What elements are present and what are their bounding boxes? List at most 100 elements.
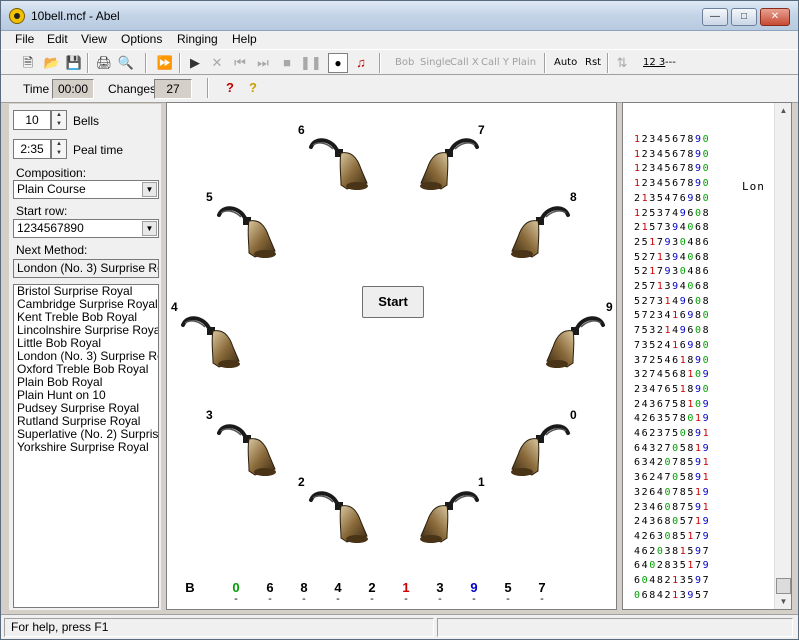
bell-label-4: 4 xyxy=(171,300,178,314)
close-button[interactable]: ✕ xyxy=(760,8,790,26)
scroll-down-icon[interactable]: ▼ xyxy=(776,594,791,609)
change-row: 2347651890 xyxy=(634,383,711,395)
maximize-button[interactable]: □ xyxy=(731,8,757,26)
rewind-icon[interactable]: ⏮ xyxy=(231,54,249,72)
next-method-field: London (No. 3) Surprise Royal xyxy=(13,259,159,278)
start-row-select[interactable]: 1234567890 ▼ xyxy=(13,219,159,238)
change-row: 4620381597 xyxy=(634,545,711,557)
call-x-button[interactable]: Call X xyxy=(450,57,479,68)
minimize-button[interactable]: — xyxy=(702,8,728,26)
single-button[interactable]: Single xyxy=(420,57,451,68)
toolbar-separator xyxy=(179,53,181,73)
status-pane xyxy=(437,618,793,637)
music-icon[interactable]: ♫ xyxy=(352,54,370,72)
bell-label-0: 0 xyxy=(570,408,577,422)
bell-8-icon[interactable] xyxy=(504,203,574,259)
dash-button[interactable]: --- xyxy=(665,57,676,68)
dash-marker: - xyxy=(370,593,374,605)
auto-button[interactable]: Auto xyxy=(554,57,577,68)
status-help-text: For help, press F1 xyxy=(4,618,434,637)
bell-2-icon[interactable] xyxy=(305,488,375,544)
bell-3-icon[interactable] xyxy=(213,421,283,477)
change-row: 4263085179 xyxy=(634,530,711,542)
change-row: 6342078591 xyxy=(634,457,711,469)
bell-0-icon[interactable] xyxy=(504,421,574,477)
peal-time-input[interactable]: 2:35 xyxy=(13,139,51,159)
bells-input[interactable]: 10 xyxy=(13,110,51,130)
open-folder-icon[interactable]: 📂 xyxy=(43,54,61,72)
method-list[interactable]: Bristol Surprise Royal Cambridge Surpris… xyxy=(13,284,159,608)
menu-file[interactable]: File xyxy=(15,32,34,46)
pause-icon[interactable]: ❚❚ xyxy=(300,54,322,72)
bell-label-8: 8 xyxy=(570,190,577,204)
bell-6-icon[interactable] xyxy=(305,135,375,191)
fast-forward-icon[interactable]: ⏩ xyxy=(156,54,174,72)
change-rows-panel[interactable]: 1234567890 1234567890 1234567890 1234567890… xyxy=(622,102,792,610)
play-icon[interactable]: ▶ xyxy=(186,54,204,72)
left-panel: 10 ▲ ▼ Bells 2:35 ▲ ▼ Peal time Compositio… xyxy=(9,104,161,610)
stop-icon[interactable]: ■ xyxy=(278,54,296,72)
change-row: 2436758109 xyxy=(634,398,711,410)
help-yellow-icon[interactable]: ? xyxy=(244,79,262,97)
bell-label-2: 2 xyxy=(298,475,305,489)
print-preview-icon[interactable]: 🔍 xyxy=(117,54,135,72)
dash-marker: - xyxy=(234,593,238,605)
scroll-up-icon[interactable]: ▲ xyxy=(776,103,791,118)
save-icon[interactable]: 💾 xyxy=(65,54,83,72)
skip-forward-icon[interactable]: ⏭ xyxy=(254,54,272,72)
menu-options[interactable]: Options xyxy=(121,32,162,46)
shuffle-icon[interactable]: ✕ xyxy=(208,54,226,72)
dot-toggle[interactable]: ● xyxy=(328,53,348,73)
main-toolbar: 🗎 📂 💾 🖨 🔍 ⏩ ▶ ✕ ⏮ ⏭ ■ ❚❚ ● ♫ Bob Single … xyxy=(1,49,798,75)
change-row: 0684213957 xyxy=(634,589,711,601)
new-file-icon[interactable]: 🗎 xyxy=(19,54,37,72)
status-bar: For help, press F1 xyxy=(1,614,798,639)
bell-9-icon[interactable] xyxy=(539,313,609,369)
list-item[interactable]: Yorkshire Surprise Royal xyxy=(14,441,158,454)
vertical-scrollbar[interactable]: ▲ ▼ xyxy=(774,103,791,609)
plain-button[interactable]: Plain xyxy=(512,57,536,68)
numbers-button[interactable]: 12 3 xyxy=(643,57,665,68)
bob-button[interactable]: Bob xyxy=(395,57,414,68)
bell-label-5: 5 xyxy=(206,190,213,204)
chevron-down-icon[interactable]: ▼ xyxy=(142,221,157,236)
help-red-icon[interactable]: ? xyxy=(221,79,239,97)
bell-label-9: 9 xyxy=(606,300,613,314)
bell-order-item: B xyxy=(185,580,195,595)
change-row: 4623750891 xyxy=(634,428,711,439)
peal-time-spinner[interactable]: ▲ ▼ xyxy=(51,139,67,159)
dash-marker: - xyxy=(438,593,442,605)
scroll-thumb[interactable] xyxy=(776,578,791,594)
menu-help[interactable]: Help xyxy=(232,32,257,46)
change-row: 2135476980 xyxy=(634,192,711,204)
chevron-down-icon[interactable]: ▼ xyxy=(142,182,157,197)
print-icon[interactable]: 🖨 xyxy=(95,54,113,72)
change-row: 3274568109 xyxy=(634,369,711,381)
change-row: 3725461890 xyxy=(634,354,711,366)
menu-edit[interactable]: Edit xyxy=(47,32,68,46)
bell-7-icon[interactable] xyxy=(413,135,483,191)
bells-spinner[interactable]: ▲ ▼ xyxy=(51,110,67,130)
change-row: 1234567890 xyxy=(634,178,711,190)
bell-label-6: 6 xyxy=(298,123,305,137)
menu-view[interactable]: View xyxy=(81,32,107,46)
title-bar: 10bell.mcf - Abel — □ ✕ xyxy=(1,1,798,31)
toolbar-separator xyxy=(544,53,546,73)
rst-button[interactable]: Rst xyxy=(585,57,601,68)
start-button[interactable]: Start xyxy=(362,286,424,318)
call-y-button[interactable]: Call Y xyxy=(481,57,509,68)
peal-time-label: Peal time xyxy=(73,143,124,157)
bell-1-icon[interactable] xyxy=(413,488,483,544)
change-row: 5273149608 xyxy=(634,295,711,307)
bell-4-icon[interactable] xyxy=(177,313,247,369)
menu-ringing[interactable]: Ringing xyxy=(177,32,218,46)
dash-marker: - xyxy=(540,593,544,605)
change-row: 2436805719 xyxy=(634,516,711,528)
bell-5-icon[interactable] xyxy=(213,203,283,259)
window-title: 10bell.mcf - Abel xyxy=(31,9,120,23)
change-row: 2346087591 xyxy=(634,501,711,513)
dash-marker: - xyxy=(336,593,340,605)
change-row: 7532149608 xyxy=(634,325,711,337)
stagger-icon[interactable]: ⇅ xyxy=(613,54,631,72)
composition-select[interactable]: Plain Course ▼ xyxy=(13,180,159,199)
